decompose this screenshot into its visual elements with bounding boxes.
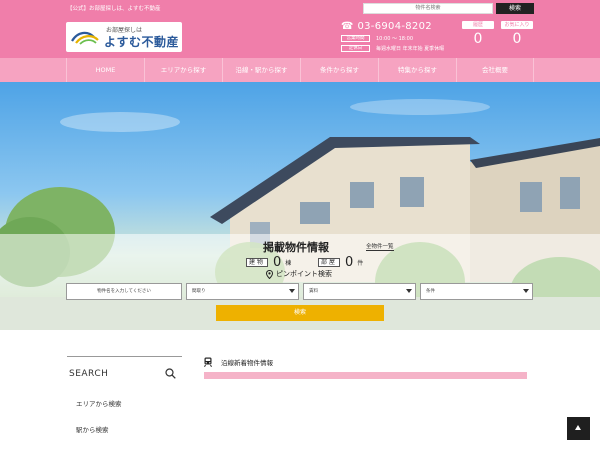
nav-item-conditions[interactable]: 条件から探す (300, 58, 378, 82)
sidebar-link-area-search[interactable]: エリアから検索 (76, 398, 122, 408)
search-submit-button[interactable]: 検索 (216, 305, 384, 321)
layout-select[interactable]: 間取り (186, 283, 299, 300)
nav-item-line-station[interactable]: 沿線・駅から探す (222, 58, 300, 82)
phone-icon: ☎ (341, 20, 354, 32)
keyword-input[interactable]: 物件名を入力してください (66, 283, 182, 300)
contact-info: ☎ 03-6904-8202 営業時間 10:00 ～ 18:00 定休日 毎週… (341, 20, 444, 52)
new-listings-title: 沿線新着物件情報 (221, 359, 273, 367)
sidebar-link-station-search[interactable]: 駅から検索 (76, 424, 109, 434)
nav-item-home[interactable]: HOME (66, 58, 144, 82)
sidebar-heading-text: SEARCH (69, 369, 109, 379)
site-logo[interactable]: お部屋探しは よすむ不動産 (66, 22, 182, 52)
train-icon (204, 357, 212, 367)
building-tag: 建物 (246, 258, 269, 267)
main-nav: HOME エリアから探す 沿線・駅から探す 条件から探す 特集から探す 会社概要 (0, 58, 600, 82)
chevron-down-icon (406, 289, 412, 293)
room-tag: 部屋 (318, 258, 341, 267)
chevron-down-icon (523, 289, 529, 293)
logo-name: よすむ不動産 (104, 35, 180, 49)
property-name-search-button[interactable]: 検索 (496, 3, 534, 14)
closed-days: 毎週水曜日 年末年始 夏季休暇 (376, 45, 445, 52)
business-hours: 10:00 ～ 18:00 (376, 35, 413, 42)
favorites-count: 0 (512, 31, 522, 47)
room-count: 部屋 0 件 (318, 255, 363, 270)
history-label: 履歴 (462, 21, 494, 29)
condition-select-value: 条件 (426, 289, 435, 294)
chevron-down-icon (289, 289, 295, 293)
arrow-up-icon[interactable] (567, 417, 590, 440)
site-tagline: 【公式】お部屋探しは、よすむ不動産 (67, 6, 161, 12)
building-value: 0 (273, 255, 282, 270)
building-unit: 棟 (285, 260, 292, 267)
pinpoint-label: ピンポイント検索 (276, 270, 332, 278)
new-listings-bar (204, 372, 527, 379)
new-listings-heading: 沿線新着物件情報 (204, 357, 273, 367)
layout-select-value: 間取り (192, 289, 206, 294)
hours-tag: 営業時間 (341, 34, 370, 42)
nav-item-area[interactable]: エリアから探す (144, 58, 222, 82)
history-counter[interactable]: 履歴 0 (462, 21, 494, 47)
rent-select[interactable]: 賃料 (303, 283, 416, 300)
room-unit: 件 (357, 260, 364, 267)
favorites-label: お気に入り (501, 21, 533, 29)
history-count: 0 (473, 31, 483, 47)
all-properties-link[interactable]: 全物件一覧 (366, 242, 394, 251)
condition-select[interactable]: 条件 (420, 283, 533, 300)
top-bar: 【公式】お部屋探しは、よすむ不動産 物件名検索 検索 (0, 0, 600, 17)
room-value: 0 (345, 255, 354, 270)
favorites-counter[interactable]: お気に入り 0 (501, 21, 533, 47)
nav-item-company[interactable]: 会社概要 (456, 58, 534, 82)
rent-select-value: 賃料 (309, 289, 318, 294)
building-count: 建物 0 棟 (246, 255, 291, 270)
phone-number[interactable]: 03-6904-8202 (357, 21, 431, 32)
site-header: お部屋探しは よすむ不動産 ☎ 03-6904-8202 営業時間 10:00 … (0, 17, 600, 58)
logo-mark-icon (71, 31, 99, 45)
nav-item-features[interactable]: 特集から探す (378, 58, 456, 82)
closed-tag: 定休日 (341, 44, 370, 52)
pin-icon (266, 269, 273, 279)
sidebar-search-heading: SEARCH (67, 356, 182, 379)
search-icon[interactable] (165, 368, 176, 379)
pinpoint-search-link[interactable]: ピンポイント検索 (266, 269, 332, 279)
listing-title: 掲載物件情報 (263, 241, 329, 254)
property-name-search-input[interactable]: 物件名検索 (363, 3, 493, 14)
